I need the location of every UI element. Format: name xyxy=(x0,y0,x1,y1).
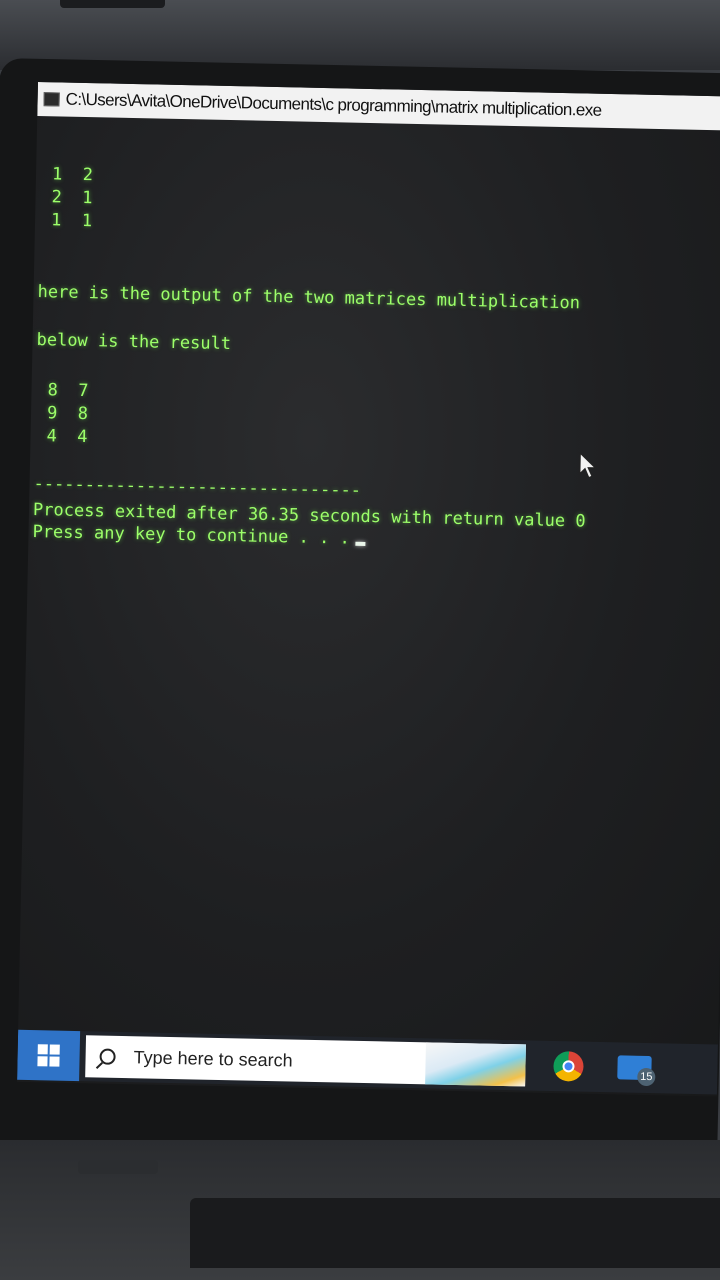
laptop-screen: C:\Users\Avita\OneDrive\Documents\c prog… xyxy=(17,82,720,1097)
mail-count-badge: 15 xyxy=(637,1067,656,1087)
text-cursor xyxy=(355,541,366,546)
device-edge xyxy=(60,0,165,8)
laptop-indicator xyxy=(78,1160,158,1174)
press-key-text: Press any key to continue . . . xyxy=(32,521,350,549)
chrome-icon[interactable] xyxy=(553,1051,584,1082)
result-row: 9 8 xyxy=(46,403,89,425)
console-output[interactable]: 1 2 2 1 1 1 here is the output of the tw… xyxy=(22,132,720,1036)
search-highlight-art xyxy=(425,1042,526,1087)
search-icon xyxy=(99,1048,116,1065)
windows-icon xyxy=(37,1044,60,1067)
mail-icon[interactable]: 15 xyxy=(617,1055,656,1087)
start-button[interactable] xyxy=(17,1029,81,1082)
matrix-row: 1 1 xyxy=(50,210,93,232)
mouse-pointer-icon xyxy=(579,452,597,479)
result-heading: below is the result xyxy=(36,330,232,355)
matrix-row: 1 2 xyxy=(51,164,94,186)
result-row: 8 7 xyxy=(47,380,89,402)
search-placeholder: Type here to search xyxy=(133,1046,293,1071)
matrix-row: 2 1 xyxy=(51,187,93,209)
window-title: C:\Users\Avita\OneDrive\Documents\c prog… xyxy=(65,89,602,120)
result-row: 4 4 xyxy=(46,426,88,448)
output-heading: here is the output of the two matrices m… xyxy=(37,282,581,314)
console-app-icon xyxy=(43,92,60,107)
taskbar-search-box[interactable]: Type here to search xyxy=(85,1035,526,1087)
laptop-hinge xyxy=(190,1198,720,1268)
